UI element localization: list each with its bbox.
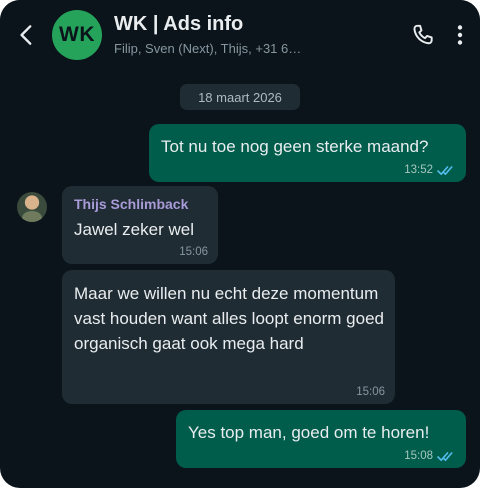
- message-incoming[interactable]: Maar we willen nu echt deze momentum vas…: [62, 270, 395, 404]
- chat-title-area[interactable]: WK | Ads info Filip, Sven (Next), Thijs,…: [114, 12, 384, 58]
- chat-screen: WK WK | Ads info Filip, Sven (Next), Thi…: [0, 0, 480, 488]
- chat-header: WK WK | Ads info Filip, Sven (Next), Thi…: [0, 0, 480, 72]
- more-options-icon[interactable]: [448, 22, 472, 48]
- message-time: 15:08: [404, 450, 433, 462]
- sender-name[interactable]: Thijs Schlimback: [74, 195, 206, 213]
- read-receipt-icon: [437, 165, 453, 175]
- message-time: 13:52: [404, 164, 433, 176]
- group-avatar-initials: WK: [59, 23, 95, 46]
- group-avatar[interactable]: WK: [52, 10, 102, 60]
- sender-avatar[interactable]: [17, 192, 47, 222]
- message-meta: 15:06: [179, 246, 208, 258]
- chat-title: WK | Ads info: [114, 13, 244, 35]
- message-text: Yes top man, goed om te horen!: [188, 423, 430, 442]
- message-meta: 13:52: [404, 164, 456, 176]
- date-separator: 18 maart 2026: [180, 84, 300, 110]
- read-receipt-icon: [437, 451, 453, 461]
- message-text: Maar we willen nu echt deze momentum vas…: [74, 284, 384, 353]
- message-outgoing[interactable]: Tot nu toe nog geen sterke maand? 13:52: [149, 124, 466, 182]
- message-time: 15:06: [356, 386, 385, 398]
- message-meta: 15:08: [404, 450, 456, 462]
- message-outgoing[interactable]: Yes top man, goed om te horen! 15:08: [176, 410, 466, 468]
- participants-list: Filip, Sven (Next), Thijs, +31 6…: [114, 41, 302, 56]
- message-incoming[interactable]: Thijs Schlimback Jawel zeker wel 15:06: [62, 186, 218, 264]
- message-text: Jawel zeker wel: [74, 220, 194, 239]
- phone-icon[interactable]: [410, 22, 436, 48]
- message-time: 15:06: [179, 246, 208, 258]
- message-meta: 15:06: [356, 386, 385, 398]
- back-icon[interactable]: [14, 22, 40, 48]
- message-text: Tot nu toe nog geen sterke maand?: [161, 137, 429, 156]
